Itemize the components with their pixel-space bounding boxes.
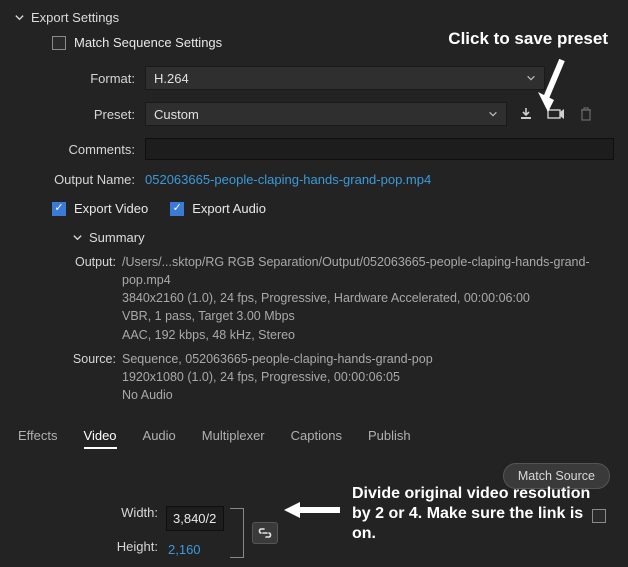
format-label: Format: xyxy=(20,71,145,86)
summary-header[interactable]: Summary xyxy=(72,230,614,245)
match-source-dim-checkbox[interactable] xyxy=(592,509,606,523)
export-audio-label: Export Audio xyxy=(192,201,266,216)
save-preset-button[interactable] xyxy=(515,103,537,125)
link-toggle-button[interactable] xyxy=(252,522,278,544)
chevron-down-icon xyxy=(14,12,25,23)
output-name-label: Output Name: xyxy=(20,172,145,187)
width-label: Width: xyxy=(18,499,158,525)
output-name-link[interactable]: 052063665-people-claping-hands-grand-pop… xyxy=(145,172,431,187)
summary-title: Summary xyxy=(89,230,145,245)
chevron-down-icon xyxy=(526,71,536,86)
tabs-bar: Effects Video Audio Multiplexer Captions… xyxy=(0,418,628,463)
preset-dropdown[interactable]: Custom xyxy=(145,102,507,126)
height-label: Height: xyxy=(18,533,158,559)
height-value[interactable]: 2,160 xyxy=(166,542,201,557)
link-icon xyxy=(257,527,273,539)
format-dropdown[interactable]: H.264 xyxy=(145,66,545,90)
tab-multiplexer[interactable]: Multiplexer xyxy=(202,428,265,449)
tab-publish[interactable]: Publish xyxy=(368,428,411,449)
annotation-save-preset: Click to save preset xyxy=(448,28,608,49)
match-sequence-label: Match Sequence Settings xyxy=(74,35,222,50)
summary-output-text: /Users/...sktop/RG RGB Separation/Output… xyxy=(122,253,614,344)
comments-input[interactable] xyxy=(145,138,614,160)
export-settings-header[interactable]: Export Settings xyxy=(14,10,614,25)
comments-label: Comments: xyxy=(20,142,145,157)
summary-source-label: Source: xyxy=(72,350,122,404)
width-input[interactable] xyxy=(166,506,224,531)
annotation-divide: Divide original video resolution by 2 or… xyxy=(352,484,592,544)
chevron-down-icon xyxy=(488,107,498,122)
export-video-label: Export Video xyxy=(74,201,148,216)
delete-preset-button[interactable] xyxy=(575,103,597,125)
export-video-checkbox[interactable] xyxy=(52,202,66,216)
summary-source-text: Sequence, 052063665-people-claping-hands… xyxy=(122,350,614,404)
match-sequence-checkbox[interactable] xyxy=(52,36,66,50)
tab-captions[interactable]: Captions xyxy=(291,428,342,449)
summary-output-label: Output: xyxy=(72,253,122,344)
tab-video[interactable]: Video xyxy=(84,428,117,449)
tab-effects[interactable]: Effects xyxy=(18,428,58,449)
arrow-icon xyxy=(282,500,342,520)
tab-audio[interactable]: Audio xyxy=(143,428,176,449)
export-audio-checkbox[interactable] xyxy=(170,202,184,216)
chevron-down-icon xyxy=(72,232,83,243)
format-value: H.264 xyxy=(154,71,189,86)
export-settings-title: Export Settings xyxy=(31,10,119,25)
arrow-icon xyxy=(536,54,576,114)
link-bracket xyxy=(230,508,244,558)
preset-label: Preset: xyxy=(20,107,145,122)
preset-value: Custom xyxy=(154,107,199,122)
